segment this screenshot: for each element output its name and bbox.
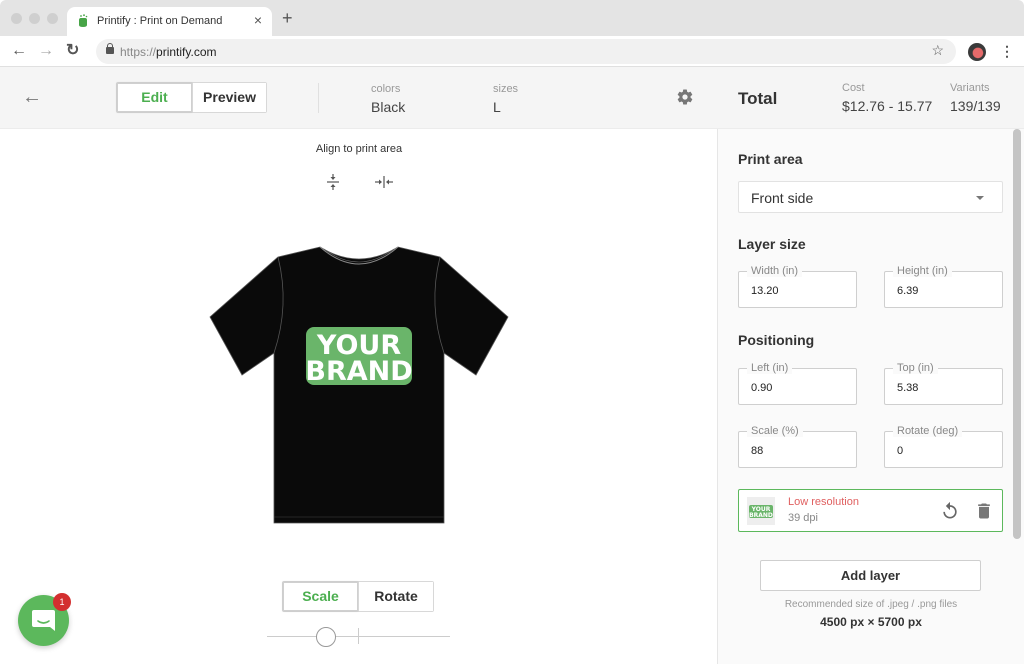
window-close-dot[interactable]: [11, 13, 22, 24]
recommended-note: Recommended size of .jpeg / .png files: [784, 599, 958, 610]
close-icon[interactable]: ×: [254, 12, 262, 28]
print-area-select[interactable]: Front side: [738, 181, 1003, 213]
positioning-title: Positioning: [738, 332, 815, 348]
print-area-title: Print area: [738, 151, 803, 167]
top-label: Top (in): [893, 362, 938, 374]
plus-icon[interactable]: +: [282, 9, 293, 27]
sizes-value[interactable]: L: [493, 99, 501, 115]
tab-preview[interactable]: Preview: [192, 83, 266, 112]
back-button[interactable]: ←: [22, 85, 42, 109]
tshirt-mockup[interactable]: YOUR BRAND: [208, 245, 510, 527]
rotate-field[interactable]: Rotate (deg) 0: [884, 425, 1003, 468]
rotate-label: Rotate (deg): [893, 425, 963, 437]
left-label: Left (in): [747, 362, 793, 374]
pricing-summary: Total Cost $12.76 - 15.77 Variants 139/1…: [718, 67, 1024, 129]
editor-header: ← Edit Preview colors Black sizes L: [0, 67, 718, 129]
colors-value[interactable]: Black: [371, 99, 405, 115]
scale-slider-thumb[interactable]: [315, 627, 336, 647]
align-label: Align to print area: [315, 143, 403, 155]
left-value: 0.90: [751, 382, 773, 394]
height-field[interactable]: Height (in) 6.39: [884, 265, 1003, 308]
tab-edit[interactable]: Edit: [117, 83, 192, 112]
tab-title: Printify : Print on Demand: [97, 15, 223, 27]
more-vertical-icon[interactable]: ⋮: [1000, 42, 1014, 60]
browser-tab-strip: Printify : Print on Demand × +: [0, 0, 1024, 36]
thumb-text-line2: BRAND: [749, 512, 773, 519]
lock-icon: [106, 43, 114, 54]
gear-icon[interactable]: [676, 88, 694, 106]
layer-size-title: Layer size: [738, 236, 806, 252]
align-vertical-center-icon[interactable]: [322, 171, 344, 193]
arrow-right-icon[interactable]: →: [38, 42, 54, 60]
sizes-label: sizes: [493, 83, 519, 95]
add-layer-button[interactable]: Add layer: [760, 560, 981, 591]
window-zoom-dot[interactable]: [47, 13, 58, 24]
trash-icon[interactable]: [974, 501, 994, 521]
cost-value: $12.76 - 15.77: [842, 98, 933, 114]
url-scheme: https://: [120, 45, 157, 59]
tab-scale[interactable]: Scale: [283, 582, 358, 611]
layer-warning: Low resolution: [788, 496, 859, 508]
window-minimize-dot[interactable]: [29, 13, 40, 24]
brand-print[interactable]: YOUR BRAND: [305, 327, 413, 387]
layer-settings-panel: Print area Front side Layer size Width (…: [718, 129, 1024, 664]
width-value: 13.20: [751, 285, 779, 297]
height-value: 6.39: [897, 285, 919, 297]
recommended-size: 4500 px × 5700 px: [820, 615, 922, 629]
top-value: 5.38: [897, 382, 919, 394]
address-bar[interactable]: https://printify.com ☆: [96, 39, 956, 64]
browser-tab[interactable]: Printify : Print on Demand ×: [67, 7, 272, 36]
notification-badge: 1: [53, 593, 71, 611]
print-area-selected: Front side: [751, 190, 814, 206]
panel-scrollbar[interactable]: [1013, 129, 1021, 539]
arrow-left-icon[interactable]: ←: [11, 42, 27, 60]
url-host: printify.com: [156, 45, 217, 59]
star-icon[interactable]: ☆: [931, 42, 944, 59]
layer-dpi: 39 dpi: [788, 512, 818, 524]
mode-toggle: Edit Preview: [116, 82, 267, 113]
top-field[interactable]: Top (in) 5.38: [884, 362, 1003, 405]
variants-label: Variants: [950, 82, 990, 94]
print-text-line2: BRAND: [305, 356, 412, 387]
height-label: Height (in): [893, 265, 952, 277]
layer-thumbnail: YOUR BRAND: [747, 497, 775, 525]
header-divider: [318, 83, 319, 113]
align-horizontal-center-icon[interactable]: [373, 171, 395, 193]
tab-rotate[interactable]: Rotate: [358, 582, 433, 611]
caret-down-icon: [976, 196, 984, 200]
reset-icon[interactable]: [940, 501, 960, 521]
scale-field[interactable]: Scale (%) 88: [738, 425, 857, 468]
scale-value: 88: [751, 445, 764, 457]
scale-slider-default-tick: [358, 628, 359, 644]
layer-item[interactable]: YOUR BRAND Low resolution 39 dpi: [738, 489, 1003, 532]
colors-label: colors: [371, 83, 401, 95]
width-label: Width (in): [747, 265, 803, 277]
printify-logo-icon: [79, 14, 88, 27]
design-canvas: Align to print area YOUR BRAND Scale Rot…: [0, 129, 718, 664]
scale-label: Scale (%): [747, 425, 803, 437]
width-field[interactable]: Width (in) 13.20: [738, 265, 857, 308]
variants-value: 139/139: [950, 98, 1001, 114]
url-text[interactable]: https://printify.com: [120, 45, 217, 59]
total-label: Total: [738, 89, 778, 108]
left-field[interactable]: Left (in) 0.90: [738, 362, 857, 405]
reload-icon[interactable]: ↻: [66, 42, 79, 60]
transform-toggle: Scale Rotate: [282, 581, 434, 612]
browser-toolbar: ← → ↻ https://printify.com ☆: [0, 36, 1024, 67]
cost-label: Cost: [842, 82, 865, 94]
rotate-value: 0: [897, 445, 904, 457]
avatar[interactable]: [968, 43, 986, 61]
